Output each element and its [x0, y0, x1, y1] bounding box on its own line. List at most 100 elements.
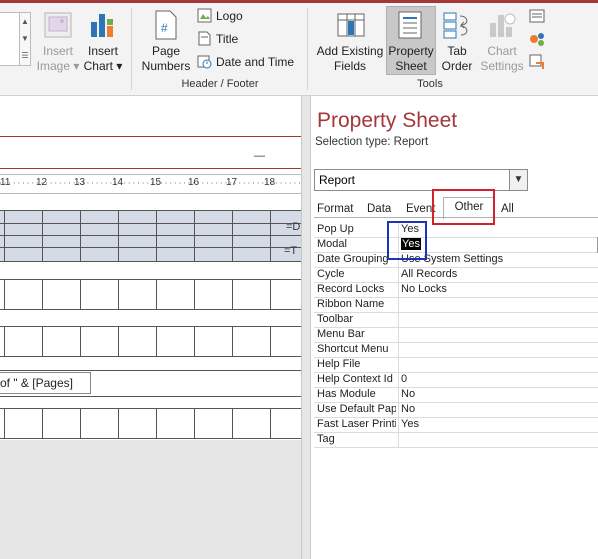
view-code-icon[interactable]: [529, 8, 545, 24]
property-name: Modal: [317, 238, 347, 250]
property-value[interactable]: No Locks: [401, 283, 596, 296]
property-row-menu-bar[interactable]: Menu Bar: [314, 327, 598, 343]
property-value[interactable]: Yes: [401, 223, 596, 236]
grid-vline: [194, 409, 195, 438]
grid-vline: [270, 211, 271, 261]
add-existing-fields-button[interactable]: Add Existing Fields: [314, 44, 386, 74]
ruler-number: 14: [112, 177, 124, 188]
grid-vline: [118, 409, 119, 438]
band-label: =T: [284, 245, 298, 257]
design-empty-area: [0, 440, 301, 559]
property-row-tag[interactable]: Tag: [314, 432, 598, 448]
chart-settings-button[interactable]: Chart Settings: [479, 44, 525, 74]
property-row-record-locks[interactable]: Record Locks No Locks: [314, 282, 598, 298]
report-header-section: [0, 96, 301, 137]
property-value[interactable]: [401, 343, 596, 356]
property-row-ribbon-name[interactable]: Ribbon Name: [314, 297, 598, 313]
property-value[interactable]: No: [401, 388, 596, 401]
property-value[interactable]: [401, 358, 596, 371]
insert-image-icon: [43, 11, 73, 41]
object-selector-dropdown[interactable]: Report ▼: [314, 169, 528, 191]
property-row-help-file[interactable]: Help File: [314, 357, 598, 373]
tab-data[interactable]: Data: [364, 200, 394, 218]
report-design-surface[interactable]: — 11 12 13 14 15 16 17 18 =D =T of " & […: [0, 96, 301, 559]
group-label-tools: Tools: [417, 78, 443, 90]
property-row-has-module[interactable]: Has Module No: [314, 387, 598, 403]
grid-vline: [42, 327, 43, 356]
partial-gallery[interactable]: ▲ ▼ ☰: [0, 12, 31, 66]
grid-line: [0, 247, 301, 248]
convert-macros-icon[interactable]: [529, 54, 545, 70]
property-name: Has Module: [317, 388, 376, 400]
band-label: =D: [286, 221, 301, 233]
grid-vline: [4, 211, 5, 261]
subform-icon[interactable]: [529, 31, 545, 47]
tab-order-button[interactable]: Tab Order: [435, 44, 479, 74]
property-row-fast-laser-printing[interactable]: Fast Laser Printing Yes: [314, 417, 598, 433]
property-value[interactable]: 0: [401, 373, 596, 386]
property-value[interactable]: [401, 298, 596, 311]
property-row-use-default-paper-size[interactable]: Use Default Paper Size No: [314, 402, 598, 418]
property-sheet-icon: [397, 10, 423, 40]
red-highlight-box: [432, 189, 495, 225]
date-and-time-button[interactable]: Date and Time: [216, 55, 294, 70]
property-row-shortcut-menu[interactable]: Shortcut Menu: [314, 342, 598, 358]
grid-vline: [42, 211, 43, 261]
ruler-number: 13: [74, 177, 86, 188]
column-divider: [398, 357, 399, 372]
footer-line: [0, 396, 301, 397]
property-name: Shortcut Menu: [317, 343, 389, 355]
grid-vline: [232, 327, 233, 356]
insert-chart-button[interactable]: Insert Chart ▾: [78, 44, 128, 74]
grid-vline: [156, 327, 157, 356]
add-existing-fields-icon: [336, 10, 366, 40]
property-row-toolbar[interactable]: Toolbar: [314, 312, 598, 328]
insert-image-button[interactable]: Insert Image ▾: [33, 44, 83, 74]
selection-type: Selection type: Report: [315, 136, 428, 148]
property-sheet-label: Property Sheet: [388, 44, 434, 73]
property-value[interactable]: [401, 328, 596, 341]
property-value[interactable]: Yes: [401, 418, 596, 431]
property-name: Help Context Id: [317, 373, 393, 385]
property-row-help-context-id[interactable]: Help Context Id 0: [314, 372, 598, 388]
grid-vline: [80, 327, 81, 356]
logo-button[interactable]: Logo: [216, 9, 243, 24]
column-divider: [398, 372, 399, 387]
insert-chart-icon: [88, 10, 118, 40]
tab-all[interactable]: All: [498, 200, 517, 218]
property-row-date-grouping[interactable]: Date Grouping Use System Settings: [314, 252, 598, 268]
gallery-scroll-icon[interactable]: ▲ ▼ ☰: [19, 13, 30, 65]
property-sheet-pane: Property Sheet Selection type: Report Re…: [310, 96, 598, 559]
detail-row[interactable]: [0, 279, 301, 310]
property-value[interactable]: All Records: [401, 268, 596, 281]
group-label-header-footer: Header / Footer: [181, 78, 259, 90]
chevron-down-icon[interactable]: ▼: [509, 170, 527, 190]
page-numbers-icon: #: [153, 9, 179, 41]
grid-line: [0, 235, 301, 236]
property-value[interactable]: [401, 313, 596, 326]
detail-row[interactable]: [0, 326, 301, 357]
chart-settings-icon: [487, 10, 517, 40]
grid-vline: [270, 280, 271, 309]
property-name: Cycle: [317, 268, 345, 280]
grid-vline: [270, 409, 271, 438]
property-value[interactable]: No: [401, 403, 596, 416]
tab-format[interactable]: Format: [314, 200, 356, 218]
property-value[interactable]: [401, 433, 596, 446]
page-number-textbox[interactable]: of " & [Pages]: [0, 372, 91, 394]
page-header-band[interactable]: =D =T: [0, 210, 301, 262]
horizontal-ruler: 11 12 13 14 15 16 17 18: [0, 174, 301, 194]
column-divider: [398, 297, 399, 312]
property-row-cycle[interactable]: Cycle All Records: [314, 267, 598, 283]
property-row-modal[interactable]: Modal Yes: [314, 237, 598, 253]
property-value[interactable]: Use System Settings: [401, 253, 596, 266]
blue-highlight-box: [387, 221, 427, 260]
footer-line: [0, 370, 301, 371]
ribbon-separator: [131, 8, 132, 90]
grid-vline: [194, 280, 195, 309]
page-numbers-button[interactable]: Page Numbers: [139, 44, 193, 74]
title-button[interactable]: Title: [216, 32, 238, 47]
grid-vline: [80, 280, 81, 309]
property-name: Use Default Paper Size: [317, 403, 396, 415]
report-footer-row[interactable]: [0, 408, 301, 439]
